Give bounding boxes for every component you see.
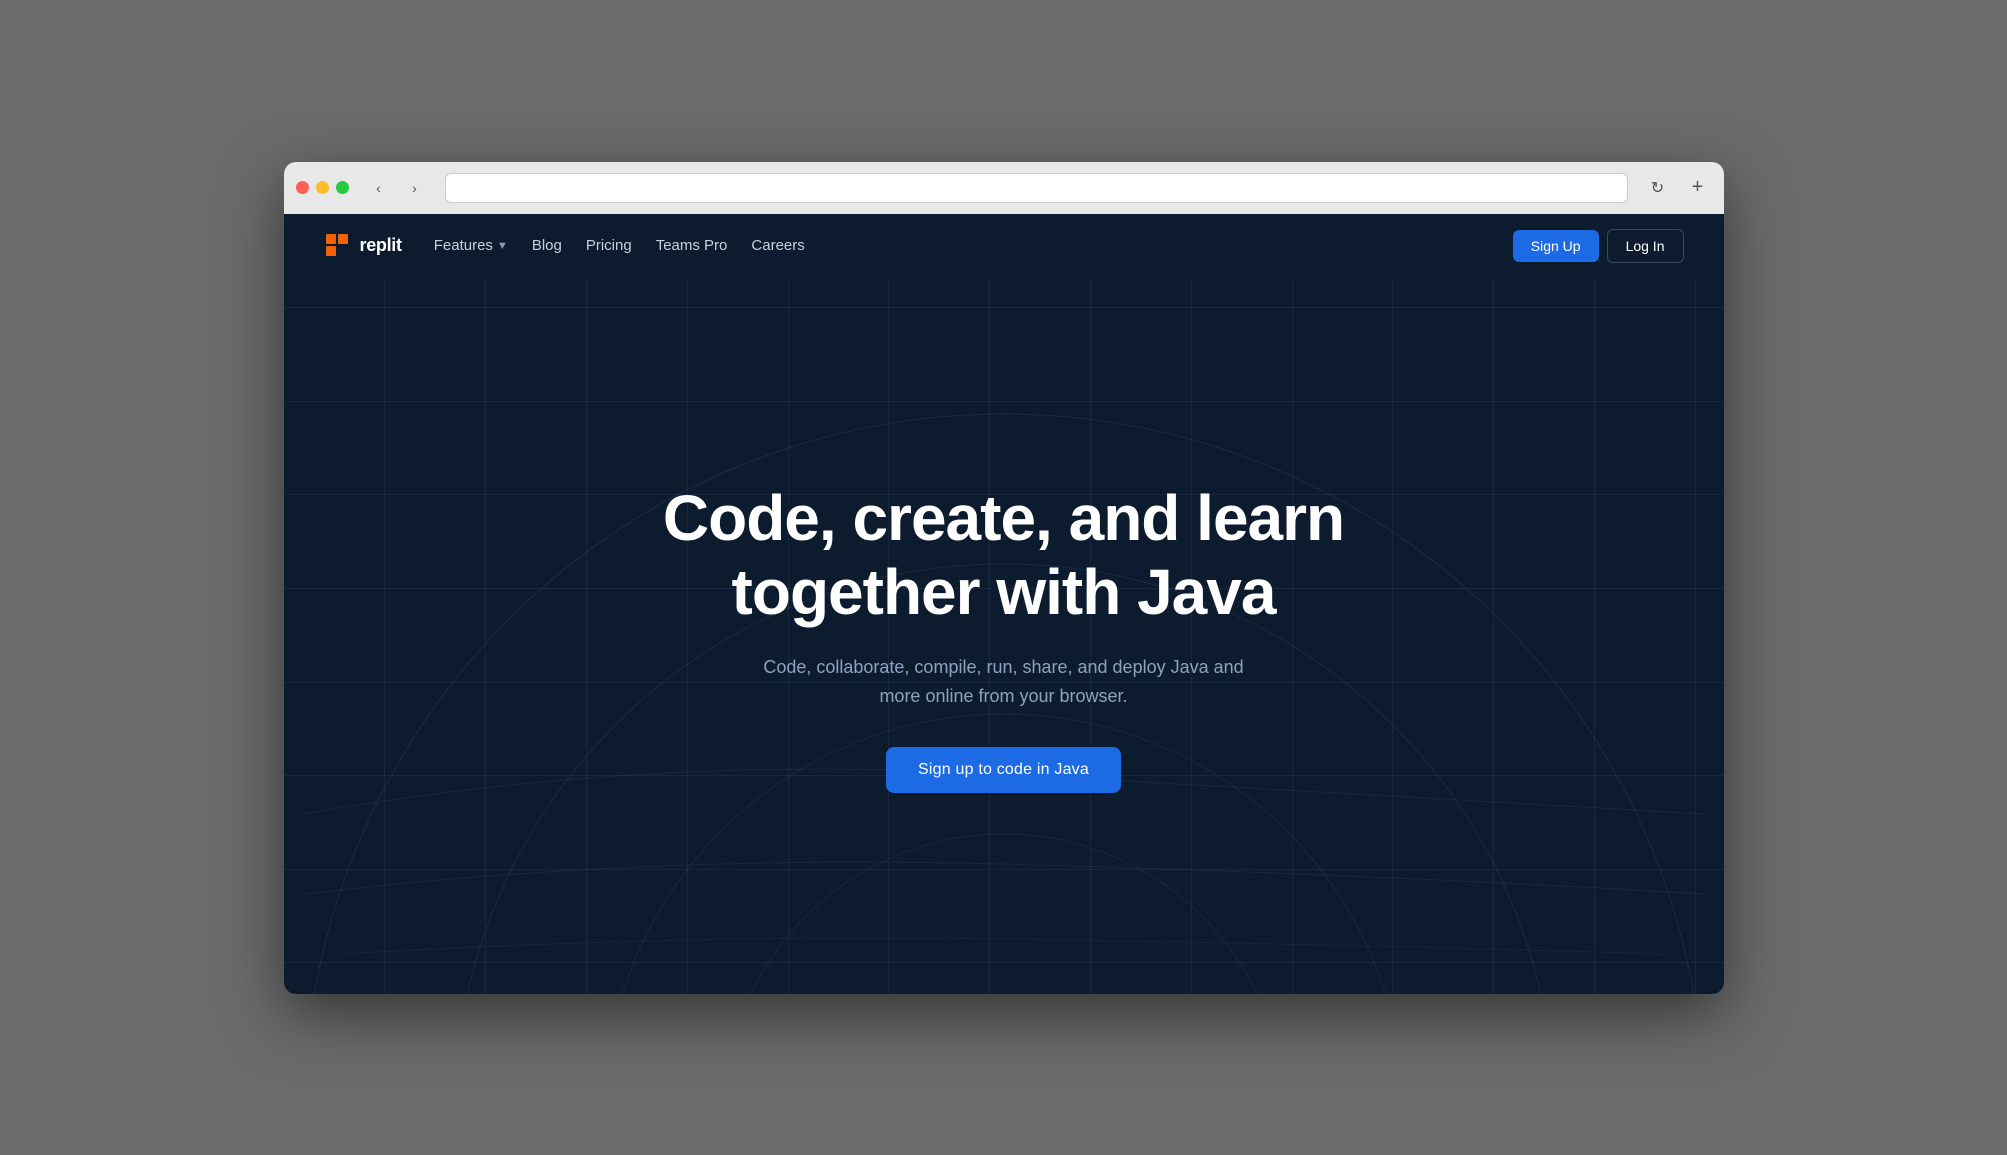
nav-blog[interactable]: Blog: [532, 237, 562, 254]
browser-window: ‹ › ↻ +: [284, 162, 1724, 994]
navbar: replit Features ▼ Blog Pricing Teams Pro…: [284, 214, 1724, 278]
back-button[interactable]: ‹: [365, 174, 393, 202]
website-content: replit Features ▼ Blog Pricing Teams Pro…: [284, 214, 1724, 994]
forward-button[interactable]: ›: [401, 174, 429, 202]
hero-section: Code, create, and learn together with Ja…: [284, 278, 1724, 978]
replit-logo-icon: [324, 232, 352, 260]
chevron-down-icon: ▼: [497, 240, 508, 252]
refresh-button[interactable]: ↻: [1644, 174, 1672, 202]
nav-pricing[interactable]: Pricing: [586, 237, 632, 254]
browser-titlebar: ‹ › ↻ +: [284, 162, 1724, 214]
logo-text: replit: [360, 235, 402, 256]
logo[interactable]: replit: [324, 232, 402, 260]
fullscreen-button[interactable]: [336, 181, 349, 194]
signup-button[interactable]: Sign Up: [1513, 230, 1599, 262]
minimize-button[interactable]: [316, 181, 329, 194]
cta-button[interactable]: Sign up to code in Java: [886, 747, 1121, 793]
new-tab-button[interactable]: +: [1684, 174, 1712, 202]
login-button[interactable]: Log In: [1607, 229, 1684, 263]
nav-links: Features ▼ Blog Pricing Teams Pro Career…: [434, 237, 1513, 254]
nav-actions: Sign Up Log In: [1513, 229, 1684, 263]
hero-subtitle: Code, collaborate, compile, run, share, …: [754, 653, 1254, 711]
nav-teams-pro[interactable]: Teams Pro: [656, 237, 728, 254]
close-button[interactable]: [296, 181, 309, 194]
address-bar[interactable]: [445, 173, 1628, 203]
nav-careers[interactable]: Careers: [751, 237, 804, 254]
hero-title: Code, create, and learn together with Ja…: [654, 482, 1354, 629]
nav-features[interactable]: Features ▼: [434, 237, 508, 254]
traffic-lights: [296, 181, 349, 194]
